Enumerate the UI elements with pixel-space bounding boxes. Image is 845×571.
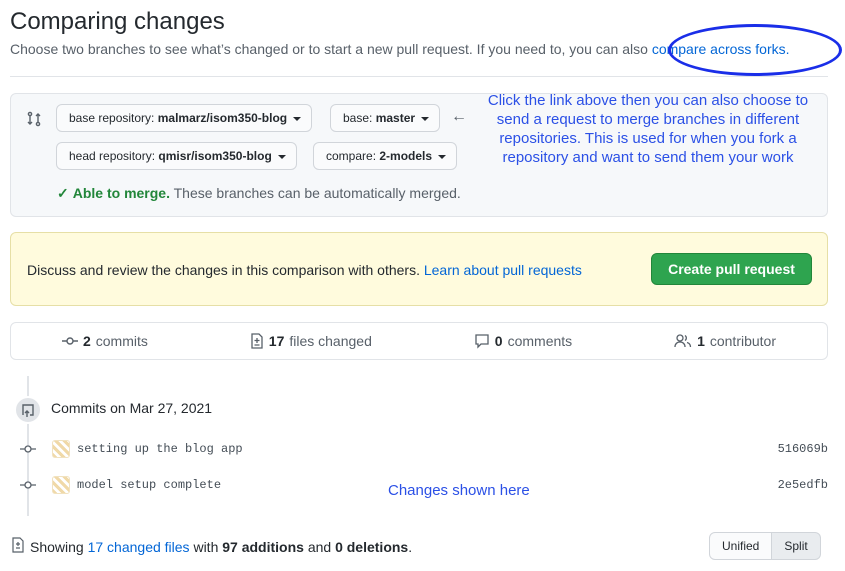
changed-files-link[interactable]: 17 changed files [88,539,190,555]
arrow-left-icon: ← [451,108,467,125]
git-commit-icon [20,481,36,489]
diff-summary: Showing 17 changed files with 97 additio… [30,539,412,555]
compare-branch-value: 2-models [379,149,433,163]
diff-toolbar: Showing 17 changed files with 97 additio… [10,532,828,560]
people-icon [674,334,692,348]
summary-commits[interactable]: 2 commits [61,333,148,349]
divider [10,76,828,77]
commit-message[interactable]: model setup complete [77,478,221,492]
commit-row: setting up the blog app 516069b [16,439,828,459]
contributors-label: contributor [709,333,777,349]
head-repository-label: head repository: [69,149,156,163]
diff-showing: Showing [30,539,84,555]
avatar[interactable] [52,476,70,494]
files-label: files changed [289,333,372,349]
page-subtitle: Choose two branches to see what’s change… [10,41,790,57]
merge-status: ✓ Able to merge. These branches can be au… [57,185,461,202]
merge-status-ok: Able to merge. [72,185,170,201]
git-commit-icon [20,445,36,453]
caret-down-icon [293,116,302,121]
learn-about-pull-requests-link[interactable]: Learn about pull requests [424,262,582,278]
check-icon: ✓ [57,185,69,201]
base-branch-value: master [375,111,416,125]
head-repository-select[interactable]: head repository: qmisr/isom350-blog [56,142,297,170]
unified-view-button[interactable]: Unified [709,532,773,560]
base-repository-label: base repository: [69,111,155,125]
annotation-forks-note: Click the link above then you can also c… [487,92,809,166]
subtitle-text: Choose two branches to see what’s change… [10,41,648,57]
diff-view-toggle: Unified Split [709,532,821,560]
diff-with: with [193,539,219,555]
pull-request-flash: Discuss and review the changes in this c… [10,232,828,306]
head-repository-value: qmisr/isom350-blog [158,149,272,163]
file-diff-icon [251,333,263,349]
base-branch-select[interactable]: base: master [330,104,441,132]
git-commit-icon [61,337,78,345]
diff-and: and [307,539,332,555]
caret-down-icon [421,116,430,121]
flash-message: Discuss and review the changes in this c… [27,262,582,278]
commits-badge [14,396,42,424]
commit-message[interactable]: setting up the blog app [77,442,243,456]
create-pull-request-button[interactable]: Create pull request [651,253,812,285]
compare-branch-select[interactable]: compare: 2-models [313,142,458,170]
diff-additions: 97 additions [222,539,304,555]
comments-label: comments [507,333,573,349]
base-repository-select[interactable]: base repository: malmarz/isom350-blog [56,104,313,132]
page-title: Comparing changes [10,8,225,35]
compare-across-forks-link[interactable]: compare across forks. [652,41,790,57]
base-branch-label: base: [343,111,373,125]
contributors-count: 1 [697,333,705,349]
summary-contributors[interactable]: 1 contributor [674,333,776,349]
comment-icon [475,334,489,349]
avatar[interactable] [52,440,70,458]
commit-sha[interactable]: 516069b [778,442,828,456]
diff-deletions: 0 deletions [335,539,409,555]
comments-count: 0 [494,333,503,349]
comparison-summary: 2 commits 17 files changed 0 comments 1 cont… [10,322,828,360]
files-count: 17 [268,333,285,349]
caret-down-icon [277,154,286,159]
commits-count: 2 [82,333,91,349]
summary-files-changed[interactable]: 17 files changed [250,333,372,349]
summary-comments[interactable]: 0 comments [474,333,572,349]
commit-sha[interactable]: 2e5edfb [778,478,828,492]
split-view-button[interactable]: Split [772,532,821,560]
diff-period: . [408,539,413,555]
annotation-changes-note: Changes shown here [388,482,530,499]
flash-text: Discuss and review the changes in this c… [27,262,420,278]
caret-down-icon [438,154,447,159]
commits-label: commits [95,333,148,349]
merge-status-text: These branches can be automatically merg… [173,185,461,201]
base-repository-value: malmarz/isom350-blog [157,111,288,125]
file-diff-icon [12,537,24,553]
commits-date-heading: Commits on Mar 27, 2021 [51,400,213,416]
compare-branch-label: compare: [326,149,377,163]
repo-push-icon [22,404,34,417]
git-compare-icon [27,111,41,127]
